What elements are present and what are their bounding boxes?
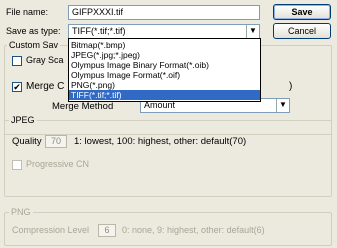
dropdown-option[interactable]: Olympus Image Binary Format(*.oib) [69,60,260,70]
cancel-button[interactable]: Cancel [273,23,331,39]
dropdown-option[interactable]: JPEG(*.jpg;*.jpeg) [69,50,260,60]
checkmark-icon: ✔ [13,82,21,92]
merge-label: Merge C [26,81,65,92]
dropdown-option[interactable]: Olympus Image Format(*.oif) [69,70,260,80]
custom-save-group-label: Custom Sav [7,40,61,50]
merge-checkbox[interactable]: ✔ [12,82,22,92]
quality-input[interactable]: 70 [45,135,67,148]
dropdown-option-selected[interactable]: TIFF(*.tif;*.tif) [69,90,260,100]
quality-hint: 1: lowest, 100: highest, other: default(… [74,136,247,147]
save-as-type-dropdown: Bitmap(*.bmp) JPEG(*.jpg;*.jpeg) Olympus… [68,38,261,102]
merge-method-label: Merge Method [52,101,114,112]
quality-label: Quality [12,136,42,147]
merge-label-tail: ) [289,81,293,92]
save-as-type-value: TIFF(*.tif;*.tif) [72,26,126,36]
gray-scale-label: Gray Sca [26,55,64,65]
chevron-down-icon[interactable]: ▼ [276,99,289,112]
progressive-label: Progressive CN [26,159,90,169]
png-group-label: PNG [9,207,33,217]
dropdown-option[interactable]: Bitmap(*.bmp) [69,40,260,50]
compression-hint: 0: none, 9: highest, other: default(6) [122,225,265,235]
jpeg-group-label: JPEG [9,115,37,125]
file-name-input[interactable]: GIFPXXXI.tif [68,5,260,20]
progressive-checkbox[interactable] [12,160,22,170]
compression-label: Compression Level [12,225,90,235]
save-button[interactable]: Save [273,4,331,20]
file-name-label: File name: [6,7,49,17]
save-as-type-label: Save as type: [6,26,61,36]
compression-input[interactable]: 6 [98,224,116,237]
save-as-type-select[interactable]: TIFF(*.tif;*.tif) ▼ [68,24,260,39]
gray-scale-checkbox[interactable] [12,56,22,66]
dropdown-option[interactable]: PNG(*.png) [69,80,260,90]
chevron-down-icon[interactable]: ▼ [246,25,259,38]
